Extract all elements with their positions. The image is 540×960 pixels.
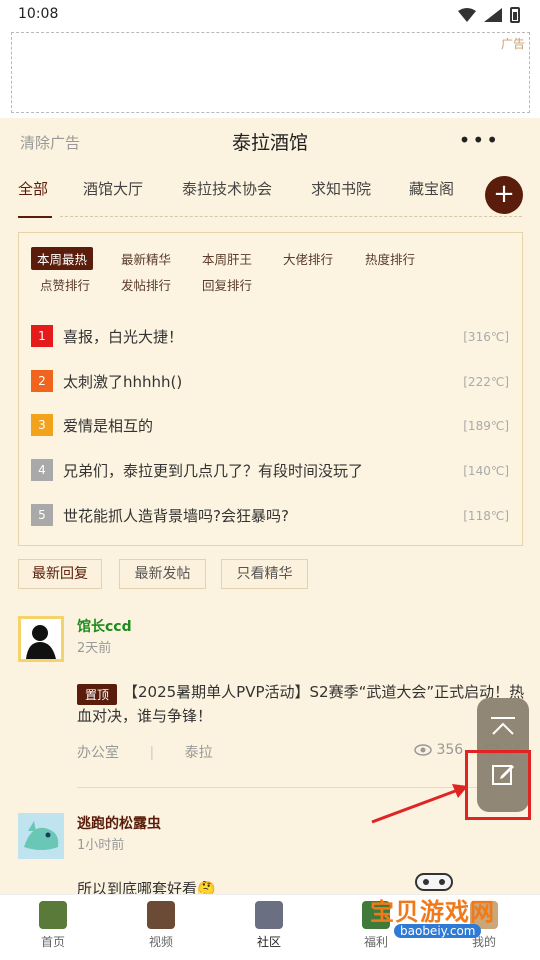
avatar[interactable]	[18, 616, 64, 662]
video-icon	[147, 901, 175, 929]
tab-tavern-hall[interactable]: 酒馆大厅	[83, 178, 143, 199]
watermark-url: baobeiy.com	[394, 924, 482, 938]
community-icon	[255, 901, 283, 929]
rank-item[interactable]: 4 兄弟们，泰拉更到几点几了？有段时间没玩了 [140℃]	[31, 459, 509, 485]
rank-number: 5	[31, 504, 53, 526]
post-section[interactable]: 办公室	[77, 745, 119, 761]
eye-icon	[414, 744, 432, 756]
rank-heat: [189℃]	[463, 419, 509, 433]
post-author[interactable]: 馆长ccd	[77, 616, 132, 636]
filter-expert-ranking[interactable]: 大佬排行	[277, 247, 339, 270]
forum-header: 清除广告 泰拉酒馆 •••	[0, 118, 540, 164]
filter-posts-ranking[interactable]: 发帖排行	[115, 273, 177, 296]
more-menu-button[interactable]: •••	[459, 128, 500, 152]
rank-number: 2	[31, 370, 53, 392]
sort-latest-reply-button[interactable]: 最新回复	[18, 559, 102, 589]
rank-title: 兄弟们，泰拉更到几点几了？有段时间没玩了	[63, 462, 364, 480]
filter-replies-ranking[interactable]: 回复排行	[196, 273, 258, 296]
post-author[interactable]: 逃跑的松露虫	[77, 813, 161, 833]
rank-heat: [316℃]	[463, 330, 509, 344]
gamepad-icon	[415, 873, 453, 891]
annotation-highlight	[465, 750, 531, 820]
tab-tech-association[interactable]: 泰拉技术协会	[182, 178, 272, 199]
ad-banner[interactable]: 广告	[11, 32, 530, 113]
rank-item[interactable]: 5 世花能抓人造背景墙吗?会狂暴吗? [118℃]	[31, 504, 509, 530]
nav-home[interactable]: 首页	[18, 901, 88, 950]
signal-icon	[484, 8, 502, 22]
annotation-arrow	[371, 784, 468, 824]
tab-active-indicator	[18, 216, 52, 218]
meta-divider: |	[149, 745, 155, 761]
status-bar: 10:08	[0, 0, 540, 32]
rank-number: 4	[31, 459, 53, 481]
post-category[interactable]: 泰拉	[185, 745, 213, 761]
add-section-button[interactable]: +	[485, 176, 523, 214]
filter-weekly-grinder[interactable]: 本周肝王	[196, 247, 258, 270]
forum-page: 清除广告 泰拉酒馆 ••• 全部 酒馆大厅 泰拉技术协会 求知书院 藏宝阁 + …	[0, 118, 540, 894]
battery-icon	[510, 7, 520, 23]
rank-number: 1	[31, 325, 53, 347]
tab-knowledge-academy[interactable]: 求知书院	[311, 178, 371, 199]
sort-latest-post-button[interactable]: 最新发帖	[119, 559, 206, 589]
post-time: 2天前	[77, 641, 112, 656]
rank-number: 3	[31, 414, 53, 436]
avatar[interactable]	[18, 813, 64, 859]
tabs-divider	[60, 216, 522, 217]
filter-likes-ranking[interactable]: 点赞排行	[34, 273, 96, 296]
tab-all[interactable]: 全部	[18, 178, 48, 199]
rank-item[interactable]: 3 爱情是相互的 [189℃]	[31, 414, 509, 440]
rank-heat: [118℃]	[463, 509, 509, 523]
sort-featured-only-button[interactable]: 只看精华	[221, 559, 308, 589]
status-time: 10:08	[18, 6, 59, 22]
post-meta: 办公室 | 泰拉	[77, 742, 213, 762]
rank-item[interactable]: 1 喜报，白光大捷！ [316℃]	[31, 325, 509, 351]
nav-community[interactable]: 社区	[234, 901, 304, 950]
rank-item[interactable]: 2 太刺激了hhhhh() [222℃]	[31, 370, 509, 396]
post-body[interactable]: 【2025暑期单人PVP活动】S2赛季“武道大会”正式启动！热血对决，谁与争锋！	[77, 680, 525, 728]
views-count: 356	[414, 742, 463, 758]
ranking-card: 本周最热 最新精华 本周肝王 大佬排行 热度排行 点赞排行 发帖排行 回复排行 …	[18, 232, 523, 546]
rank-title: 世花能抓人造背景墙吗?会狂暴吗?	[63, 507, 289, 525]
forum-tabs: 全部 酒馆大厅 泰拉技术协会 求知书院 藏宝阁 +	[0, 168, 540, 218]
watermark-text: 宝贝游戏网	[370, 898, 495, 926]
home-icon	[39, 901, 67, 929]
back-to-top-icon[interactable]	[490, 716, 516, 736]
wifi-icon	[458, 8, 476, 22]
post-time: 1小时前	[77, 838, 125, 853]
rank-heat: [140℃]	[463, 464, 509, 478]
watermark: 宝贝游戏网 baobeiy.com	[370, 862, 510, 942]
rank-title: 爱情是相互的	[63, 417, 154, 435]
tab-treasure-pavilion[interactable]: 藏宝阁	[409, 178, 454, 199]
rank-title: 太刺激了hhhhh()	[63, 373, 183, 391]
filter-weekly-hot[interactable]: 本周最热	[31, 247, 94, 270]
filter-heat-ranking[interactable]: 热度排行	[359, 247, 421, 270]
rank-title: 喜报，白光大捷！	[63, 328, 184, 346]
nav-video[interactable]: 视频	[126, 901, 196, 950]
rank-heat: [222℃]	[463, 375, 509, 389]
filter-latest-featured[interactable]: 最新精华	[115, 247, 177, 270]
ad-tag: 广告	[500, 37, 525, 51]
